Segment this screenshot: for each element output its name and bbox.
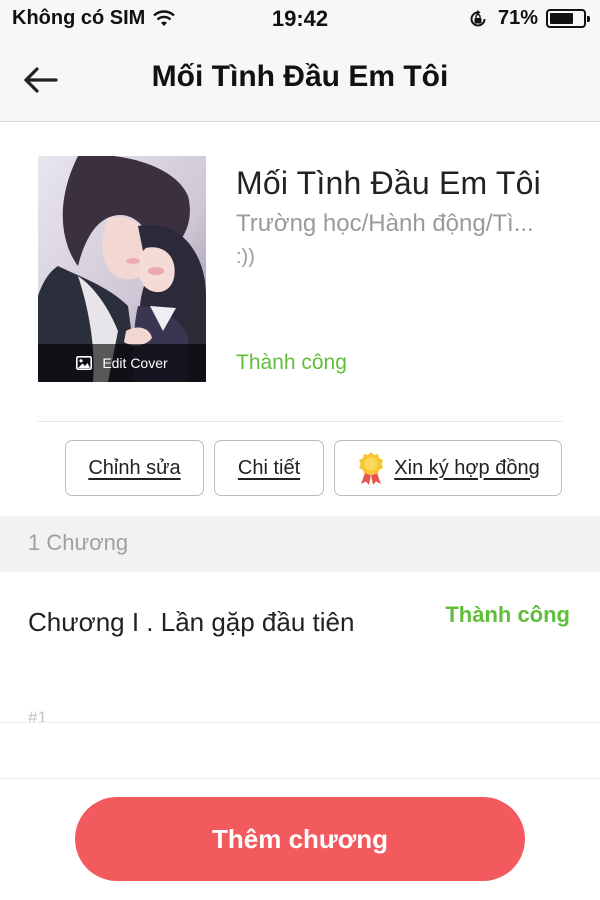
detail-button-label: Chi tiết bbox=[237, 456, 301, 479]
battery-icon bbox=[546, 9, 590, 28]
request-contract-label: Xin ký hợp đồng bbox=[394, 456, 540, 479]
status-bar: Không có SIM 19:42 71% bbox=[0, 0, 600, 38]
status-right: 71% bbox=[468, 7, 590, 30]
chapter-number: #1 bbox=[28, 708, 47, 727]
image-icon bbox=[76, 356, 93, 370]
edit-button[interactable]: Chỉnh sửa bbox=[65, 440, 204, 496]
nav-bar: Mối Tình Đầu Em Tôi bbox=[0, 38, 600, 122]
add-chapter-button[interactable]: Thêm chương bbox=[75, 797, 525, 881]
book-cover[interactable]: Edit Cover bbox=[38, 156, 206, 382]
list-item[interactable]: Chương I . Lần gặp đầu tiên Thành công #… bbox=[0, 572, 600, 727]
request-contract-button[interactable]: Xin ký hợp đồng bbox=[334, 440, 562, 496]
edit-cover-label: Edit Cover bbox=[102, 355, 168, 371]
battery-percent: 71% bbox=[497, 7, 538, 29]
divider bbox=[38, 421, 562, 422]
book-genre: Trường học/Hành động/Tì... bbox=[236, 210, 534, 237]
book-title: Mối Tình Đầu Em Tôi bbox=[236, 165, 541, 201]
medal-icon bbox=[359, 452, 384, 485]
chapter-title: Chương I . Lần gặp đầu tiên bbox=[28, 607, 355, 637]
edit-cover-button[interactable]: Edit Cover bbox=[38, 344, 206, 382]
page-title: Mối Tình Đầu Em Tôi bbox=[151, 60, 449, 93]
detail-button[interactable]: Chi tiết bbox=[214, 440, 324, 496]
add-chapter-label: Thêm chương bbox=[212, 823, 388, 854]
chapter-count: 1 Chương bbox=[28, 530, 129, 555]
divider bbox=[0, 778, 600, 779]
book-status: Thành công bbox=[236, 351, 347, 374]
orientation-lock-icon bbox=[470, 9, 486, 26]
edit-button-label: Chỉnh sửa bbox=[88, 456, 181, 479]
chapter-status: Thành công bbox=[445, 602, 570, 627]
chapter-count-band: 1 Chương bbox=[0, 516, 600, 572]
divider bbox=[0, 722, 600, 723]
battery-fill bbox=[550, 13, 573, 24]
book-description: :)) bbox=[236, 246, 255, 268]
